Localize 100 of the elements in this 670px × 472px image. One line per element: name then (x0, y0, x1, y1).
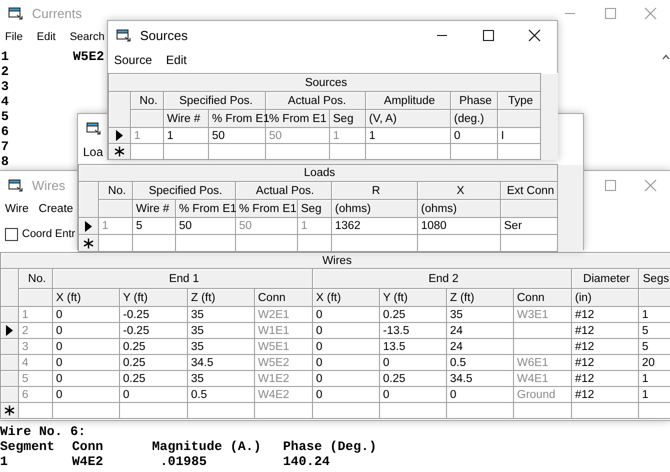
table-cell: 0.25 (120, 338, 188, 354)
table-cell: -0.25 (120, 322, 188, 338)
table-cell: 2 (18, 322, 52, 338)
column-header[interactable]: % From E1 (236, 200, 298, 218)
current-row-icon (85, 220, 92, 232)
window-title: Wires (32, 178, 66, 192)
table-cell: W2E1 (254, 306, 312, 322)
row-selector[interactable] (0, 402, 18, 418)
table-cell: 1 (366, 128, 450, 144)
window-icon (8, 178, 23, 192)
table-caption: Wires (0, 252, 670, 268)
column-header[interactable]: X (ft) (312, 288, 380, 306)
table-cell: 0.5 (446, 354, 514, 370)
table-caption: Loads (78, 164, 558, 182)
column-header[interactable]: (in) (572, 288, 638, 306)
table-cell: 0 (450, 128, 498, 144)
column-header[interactable]: (ohms) (332, 200, 418, 218)
window-icon (86, 122, 101, 134)
column-header[interactable]: R (332, 182, 418, 200)
column-header[interactable]: Y (ft) (120, 288, 188, 306)
column-header[interactable]: (ohms) (418, 200, 500, 218)
table-cell: 0.25 (120, 370, 188, 386)
column-header[interactable]: Segs (638, 268, 670, 288)
column-header[interactable]: (deg.) (450, 110, 498, 128)
column-header[interactable]: Wire # (132, 200, 176, 218)
menu-item[interactable]: Edit (166, 53, 187, 67)
column-header[interactable]: Seg (298, 200, 332, 218)
column-header[interactable]: Y (ft) (380, 288, 446, 306)
table-cell: W5E2 (254, 354, 312, 370)
output-value: W5E2 (73, 49, 104, 64)
output-value: W4E2 (72, 454, 104, 469)
column-header[interactable]: Conn (254, 288, 312, 306)
column-header[interactable]: No. (18, 268, 52, 288)
column-header[interactable]: Ext Conn (500, 182, 558, 200)
menu-item[interactable]: Create (38, 203, 74, 215)
column-header[interactable]: Phase (450, 92, 498, 110)
current-row-icon (116, 130, 123, 141)
menu-item[interactable]: Edit (36, 31, 56, 43)
column-header[interactable]: Seg (330, 110, 366, 128)
column-header[interactable]: Z (ft) (446, 288, 514, 306)
column-header[interactable]: No. (130, 92, 164, 110)
row-selector[interactable] (108, 144, 130, 160)
table-cell: 50 (176, 218, 236, 234)
column-label: Segment (0, 439, 56, 454)
column-header[interactable]: X (418, 182, 500, 200)
line-number: 3 (1, 79, 10, 94)
scroll-up-icon[interactable] (662, 54, 670, 60)
table-cell: W4E2 (254, 386, 312, 402)
column-header[interactable]: Diameter (572, 268, 638, 288)
line-number: 4 (1, 94, 10, 109)
table-cell: 0 (312, 370, 380, 386)
table-cell: 0 (380, 386, 446, 402)
column-header[interactable]: X (ft) (52, 288, 120, 306)
table-cell: W1E2 (254, 370, 312, 386)
column-header[interactable] (500, 200, 558, 218)
table-cell: 1 (330, 128, 366, 144)
menu-item[interactable]: Search (70, 31, 105, 43)
table-cell: 34.5 (446, 370, 514, 386)
column-header[interactable]: End 1 (52, 268, 312, 288)
column-header[interactable]: (V, A) (366, 110, 450, 128)
column-header[interactable]: Specified Pos. (164, 92, 266, 110)
menu-item[interactable]: File (5, 31, 23, 43)
column-header[interactable]: Z (ft) (188, 288, 254, 306)
table-cell: 6 (18, 386, 52, 402)
line-number: 1 (1, 49, 10, 64)
row-selector[interactable] (78, 218, 98, 234)
table-cell: #12 (572, 306, 638, 322)
column-header[interactable]: Type (498, 92, 541, 110)
table-cell: 0 (312, 354, 380, 370)
checkbox-label[interactable]: Coord Entr (22, 228, 76, 240)
column-header[interactable]: Amplitude (366, 92, 450, 110)
menu-item[interactable]: Loa (83, 145, 104, 159)
checkbox[interactable] (5, 228, 18, 240)
table-cell: 35 (188, 370, 254, 386)
column-header[interactable]: Conn (514, 288, 572, 306)
row-selector[interactable] (108, 128, 130, 144)
table-cell: 0 (380, 354, 446, 370)
menu-item[interactable]: Wire (5, 203, 29, 215)
table-cell: #12 (572, 322, 638, 338)
table-cell: W1E1 (254, 322, 312, 338)
column-header[interactable] (638, 288, 670, 306)
column-header[interactable]: % From E1 (176, 200, 236, 218)
column-header[interactable] (18, 288, 52, 306)
column-header[interactable]: Wire # (164, 110, 208, 128)
row-selector[interactable] (0, 322, 18, 338)
table-cell: W4E1 (514, 370, 572, 386)
column-header[interactable]: No. (98, 182, 132, 200)
column-header[interactable] (498, 110, 541, 128)
table-cell: 0 (312, 386, 380, 402)
table-cell: 13.5 (380, 338, 446, 354)
row-selector[interactable] (78, 234, 98, 252)
menu-item[interactable]: Source (114, 53, 152, 67)
table-cell: 1 (164, 128, 208, 144)
maximize-icon[interactable] (482, 29, 494, 42)
close-icon[interactable] (528, 29, 540, 42)
column-header[interactable]: Specified Pos. (132, 182, 236, 200)
column-header[interactable]: Actual Pos. (266, 92, 366, 110)
table-cell: 50 (236, 218, 298, 234)
column-header[interactable]: Actual Pos. (236, 182, 332, 200)
column-header[interactable]: End 2 (312, 268, 572, 288)
